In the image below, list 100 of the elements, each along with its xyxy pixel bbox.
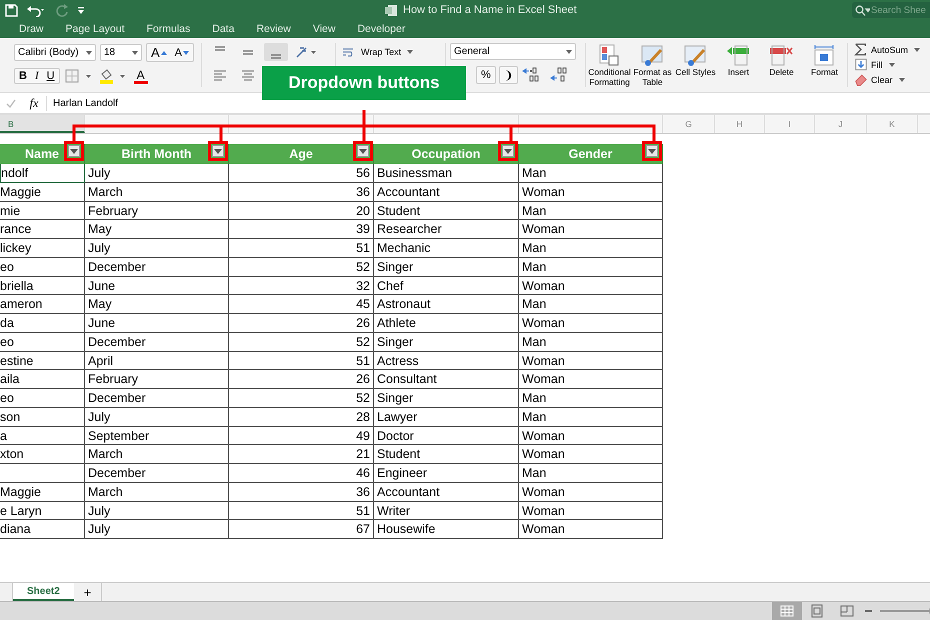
table-cell: 36 <box>229 482 374 502</box>
table-cell: e Laryn <box>0 502 85 520</box>
bold-button[interactable]: B <box>15 69 31 83</box>
font-color-button[interactable]: A <box>134 68 148 84</box>
caret-icon <box>888 62 894 66</box>
grow-font-button[interactable]: A <box>147 44 171 61</box>
window-title: How to Find a Name in Excel Sheet <box>403 4 577 16</box>
table-cell: 45 <box>229 295 374 314</box>
table-cell: 20 <box>229 202 374 220</box>
ribbon-tab[interactable]: Formulas <box>135 23 202 35</box>
ribbon-button[interactable]: Format as Table <box>631 43 674 87</box>
table-cell: Woman <box>519 314 663 333</box>
table-cell: Businessman <box>374 164 519 183</box>
customize-icon[interactable] <box>77 5 85 15</box>
table-cell: ameron <box>0 295 85 314</box>
document-icon <box>385 4 398 16</box>
font-size-dropdown[interactable]: 18 <box>100 44 142 61</box>
table-cell: 51 <box>229 239 374 258</box>
table-cell: Consultant <box>374 370 519 389</box>
table-cell: Athlete <box>374 314 519 333</box>
ribbon-button[interactable]: Delete <box>760 43 803 77</box>
table-cell: Man <box>519 464 663 483</box>
filter-dropdown-button[interactable] <box>357 145 369 157</box>
delete-cells-icon <box>768 43 796 67</box>
table-cell: 52 <box>229 332 374 352</box>
ribbon-button[interactable]: Insert <box>717 43 760 77</box>
table-cell: briella <box>0 276 85 296</box>
search-field[interactable]: Search Shee <box>852 2 930 18</box>
table-cell: Maggie <box>0 482 85 502</box>
sheet-tab[interactable]: Sheet2 <box>13 583 74 601</box>
table-cell: July <box>85 239 229 258</box>
table-cell: Man <box>519 164 663 183</box>
annotation-label: Dropdown buttons <box>262 66 466 100</box>
table-cell: Man <box>519 389 663 408</box>
table-cell: Singer <box>374 258 519 276</box>
ribbon-button[interactable]: Cell Styles <box>674 43 717 77</box>
number-format-dropdown[interactable]: General <box>450 43 576 60</box>
ribbon-tab[interactable]: Page Layout <box>54 23 136 35</box>
font-name-dropdown[interactable]: Calibri (Body) <box>14 44 96 61</box>
table-cell: Man <box>519 202 663 220</box>
table-cell: July <box>85 520 229 539</box>
table-cell: estine <box>0 352 85 370</box>
ribbon-button[interactable]: Conditional Formatting <box>588 43 631 87</box>
save-icon[interactable] <box>5 4 18 16</box>
table-cell: Woman <box>519 502 663 520</box>
table-cell: eo <box>0 389 85 408</box>
table-cell: Engineer <box>374 464 519 483</box>
filter-dropdown-button[interactable] <box>212 145 224 157</box>
editing-button[interactable]: Fill <box>854 58 928 71</box>
ribbon-button[interactable]: Format <box>803 43 846 77</box>
filter-dropdown-button[interactable] <box>646 145 658 157</box>
filter-dropdown-button[interactable] <box>68 145 80 157</box>
comma-style-button[interactable]: ❩ <box>498 66 518 84</box>
shrink-font-button[interactable]: A <box>170 44 194 61</box>
table-cell: diana <box>0 520 85 539</box>
table-cell: a <box>0 426 85 446</box>
caret-icon <box>504 148 512 154</box>
formula-input[interactable]: Harlan Landolf <box>47 98 118 108</box>
vertical-align-icon[interactable] <box>264 43 288 61</box>
editing-button[interactable]: Clear <box>854 73 928 86</box>
ribbon-tab[interactable]: Data <box>201 23 246 35</box>
table-cell: Woman <box>519 182 663 202</box>
ribbon-tab[interactable]: Draw <box>8 23 55 35</box>
editing-button[interactable]: AutoSum <box>854 43 928 56</box>
table-cell: 21 <box>229 445 374 464</box>
ribbon-tab[interactable]: View <box>302 23 346 35</box>
ribbon-tab[interactable]: Developer <box>346 23 416 35</box>
fill-down-icon <box>854 58 868 71</box>
table-cell: Writer <box>374 502 519 520</box>
wrap-text-button[interactable]: Wrap Text <box>342 47 445 57</box>
table-cell: Man <box>519 295 663 314</box>
fill-color-icon[interactable] <box>98 67 128 85</box>
borders-icon[interactable] <box>64 67 94 85</box>
table-cell: 28 <box>229 408 374 426</box>
table-cell: 32 <box>229 276 374 296</box>
table-cell: Maggie <box>0 182 85 202</box>
filter-dropdown-button[interactable] <box>502 145 514 157</box>
percent-button[interactable]: % <box>476 66 496 84</box>
function-button[interactable]: fx <box>22 96 47 110</box>
table-cell: February <box>85 202 229 220</box>
table-cell: Accountant <box>374 482 519 502</box>
sigma-icon <box>854 43 868 56</box>
underline-button[interactable]: U <box>42 69 59 83</box>
check-icon[interactable] <box>6 98 16 108</box>
table-cell: Woman <box>519 520 663 539</box>
caret-icon <box>914 48 920 52</box>
table-cell: 51 <box>229 352 374 370</box>
ribbon-tab[interactable]: Review <box>245 23 302 35</box>
table-cell: rance <box>0 220 85 239</box>
header-cell: Name <box>0 144 85 164</box>
italic-button[interactable]: I <box>30 69 43 83</box>
search-icon <box>855 4 870 16</box>
table-cell: Woman <box>519 426 663 446</box>
table-cell: mie <box>0 202 85 220</box>
table-cell: Woman <box>519 445 663 464</box>
table-cell: December <box>85 464 229 483</box>
column-header[interactable]: B <box>0 115 85 133</box>
table-cell: Woman <box>519 276 663 296</box>
table-cell: Housewife <box>374 520 519 539</box>
table-cell: Student <box>374 445 519 464</box>
